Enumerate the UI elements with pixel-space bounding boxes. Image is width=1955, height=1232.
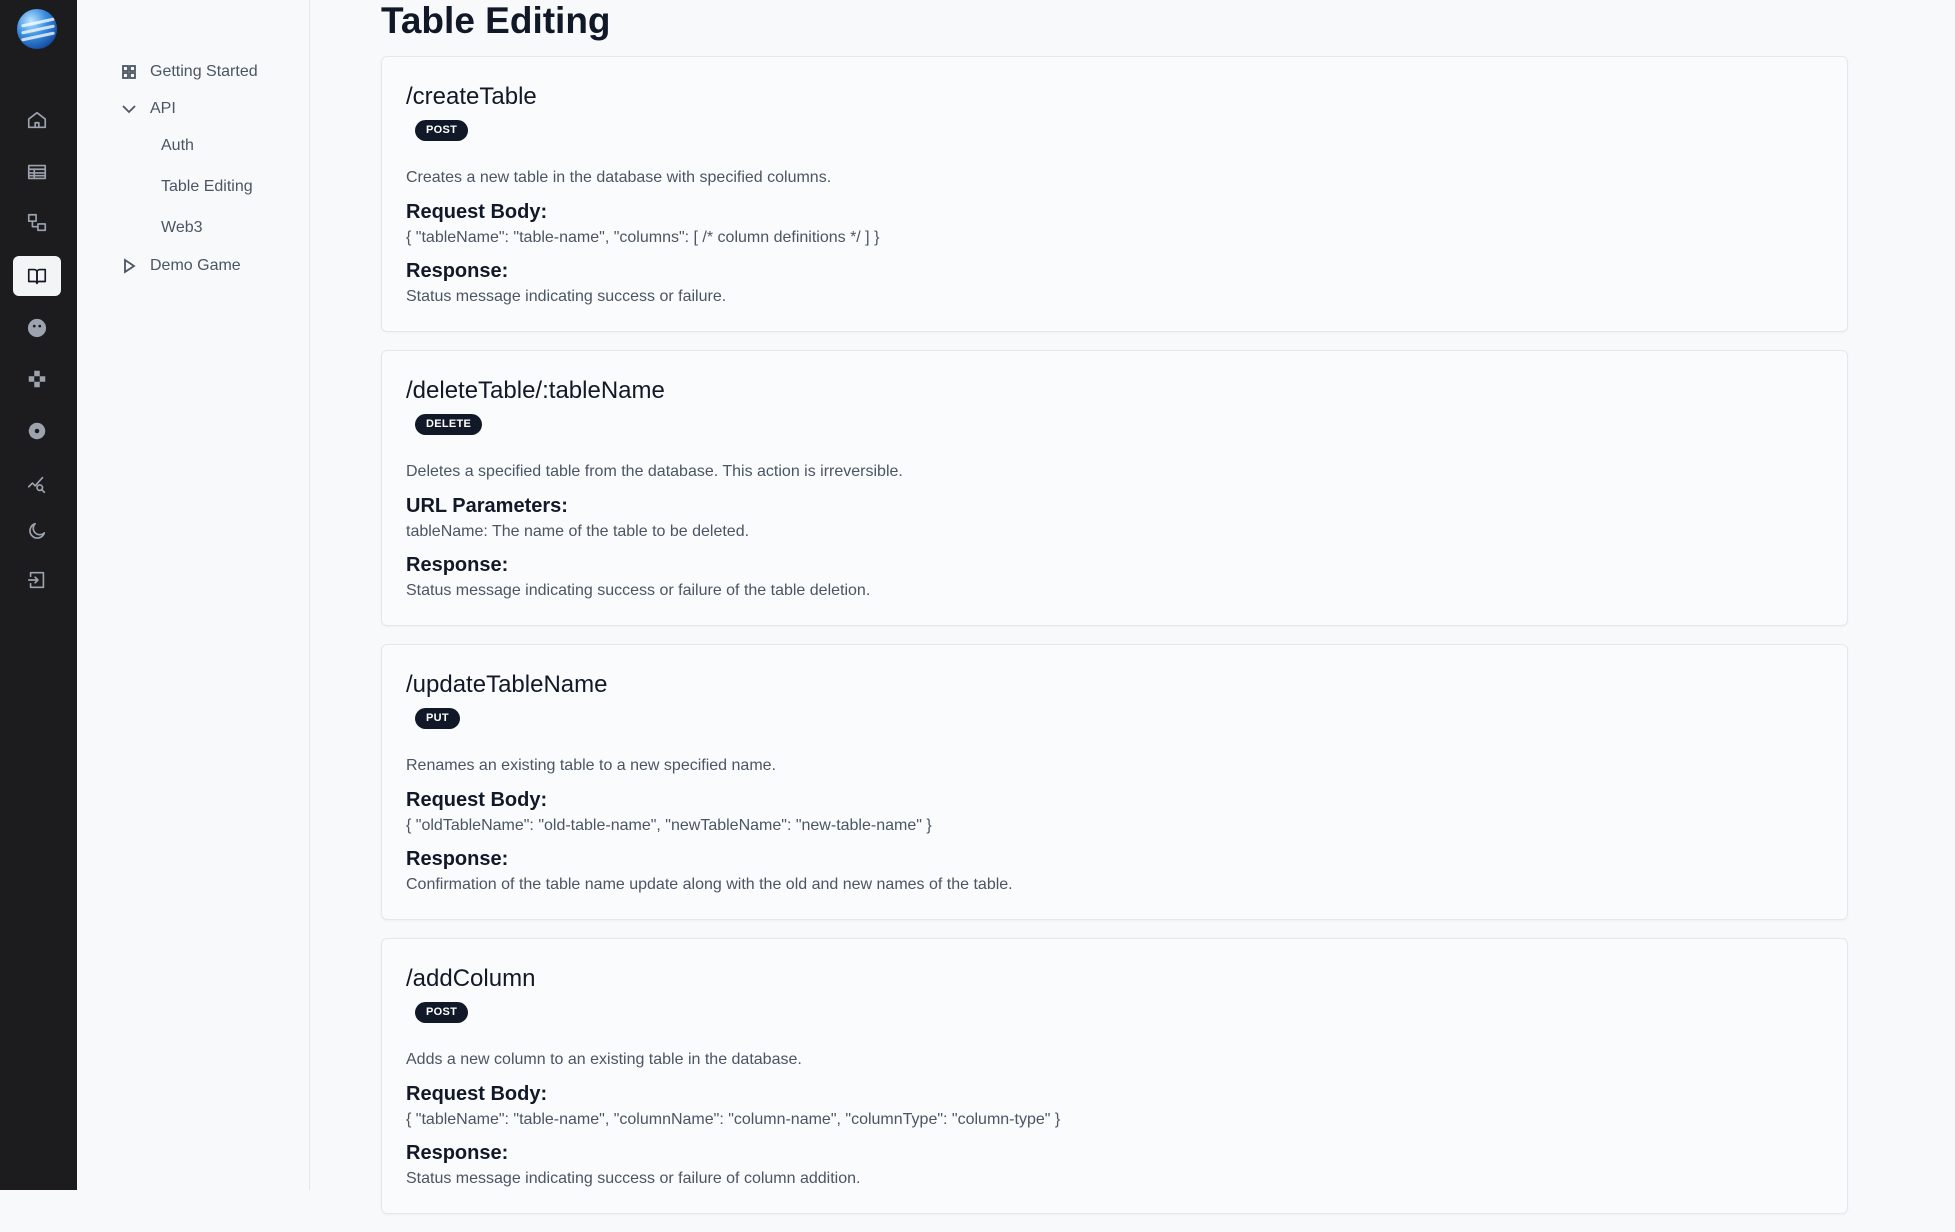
community-icon	[27, 318, 47, 338]
rail-docs[interactable]	[13, 256, 61, 296]
rail-logout[interactable]	[13, 560, 61, 600]
section-body: { "tableName": "table-name", "columnName…	[406, 1111, 1061, 1128]
app-logo[interactable]	[17, 9, 57, 49]
endpoint-path: /updateTableName	[406, 671, 608, 698]
endpoint-card: /updateTableName PUT Renames an existing…	[381, 644, 1848, 920]
grid-icon	[122, 65, 136, 79]
logout-icon	[27, 571, 45, 589]
rail-tables[interactable]	[13, 152, 61, 192]
section-heading: Request Body:	[406, 1083, 548, 1105]
section-heading: Response:	[406, 554, 509, 576]
section-heading: Response:	[406, 848, 509, 870]
analytics-icon	[27, 476, 46, 494]
sidebar-item-auth[interactable]: Auth	[161, 134, 194, 158]
chevron-down-icon	[122, 105, 136, 114]
table-icon	[27, 164, 47, 180]
rail-settings[interactable]	[13, 411, 61, 451]
method-badge: POST	[415, 120, 469, 141]
rail-community[interactable]	[13, 308, 61, 348]
section-body: tableName: The name of the table to be d…	[406, 523, 750, 540]
section-body: Status message indicating success or fai…	[406, 1170, 861, 1187]
endpoint-description: Adds a new column to an existing table i…	[406, 1051, 802, 1068]
sidebar-item-demo-game[interactable]: Demo Game	[121, 254, 241, 278]
endpoint-description: Creates a new table in the database with…	[406, 169, 832, 186]
rail-workflow[interactable]	[13, 203, 61, 243]
section-body: { "oldTableName": "old-table-name", "new…	[406, 817, 932, 834]
icon-rail	[0, 0, 77, 1190]
chevron-right-icon	[124, 258, 136, 274]
gamepad-icon	[28, 370, 46, 388]
gear-icon	[28, 422, 46, 440]
section-heading: Response:	[406, 1142, 509, 1164]
endpoint-list: /createTable POST Creates a new table in…	[381, 56, 1848, 1232]
rail-home[interactable]	[13, 100, 61, 140]
method-badge: POST	[415, 1002, 469, 1023]
section-heading: Response:	[406, 260, 509, 282]
section-body: Status message indicating success or fai…	[406, 582, 871, 599]
rail-theme-toggle[interactable]	[13, 511, 61, 551]
section-body: { "tableName": "table-name", "columns": …	[406, 229, 880, 246]
workflow-icon	[27, 213, 47, 232]
sidebar-item-getting-started[interactable]: Getting Started	[121, 60, 258, 84]
page-title: Table Editing	[381, 0, 611, 41]
section-heading: Request Body:	[406, 789, 548, 811]
rail-analytics[interactable]	[13, 464, 61, 504]
endpoint-card: /deleteTable/:tableName DELETE Deletes a…	[381, 350, 1848, 626]
sidebar-item-table-editing[interactable]: Table Editing	[161, 175, 253, 199]
book-icon	[27, 268, 47, 285]
home-icon	[27, 111, 47, 129]
endpoint-description: Renames an existing table to a new speci…	[406, 757, 776, 774]
sidebar-item-api[interactable]: API	[121, 97, 176, 121]
endpoint-path: /createTable	[406, 83, 537, 110]
section-heading: Request Body:	[406, 201, 548, 223]
section-heading: URL Parameters:	[406, 495, 568, 517]
moon-icon	[29, 522, 46, 539]
method-badge: DELETE	[415, 414, 483, 435]
sidebar-item-web3[interactable]: Web3	[161, 216, 203, 240]
endpoint-card: /addColumn POST Adds a new column to an …	[381, 938, 1848, 1214]
section-body: Confirmation of the table name update al…	[406, 876, 1013, 893]
endpoint-path: /addColumn	[406, 965, 536, 992]
endpoint-path: /deleteTable/:tableName	[406, 377, 665, 404]
method-badge: PUT	[415, 708, 460, 729]
section-body: Status message indicating success or fai…	[406, 288, 727, 305]
docs-sidebar: Getting Started API Auth Table Editing W…	[77, 0, 310, 1190]
rail-game[interactable]	[13, 359, 61, 399]
endpoint-description: Deletes a specified table from the datab…	[406, 463, 903, 480]
endpoint-card: /createTable POST Creates a new table in…	[381, 56, 1848, 332]
